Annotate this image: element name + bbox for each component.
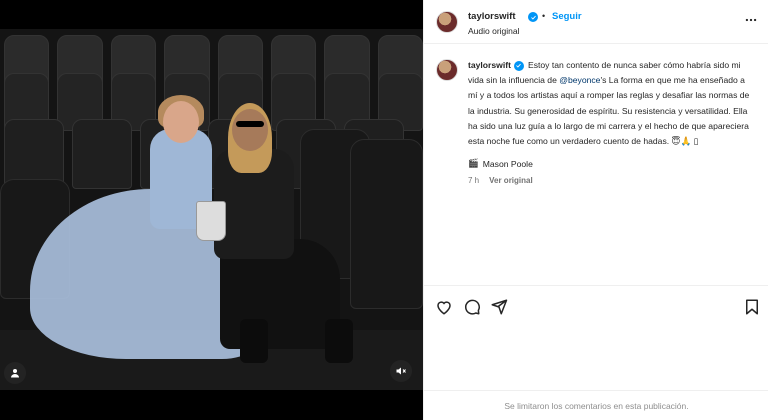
- header-username[interactable]: taylorswift: [468, 11, 516, 22]
- post-caption: taylorswift Estoy tan contento de nunca s…: [468, 58, 756, 149]
- person-2-sunglasses: [236, 121, 264, 127]
- seat-right-2: [350, 139, 423, 309]
- post-meta: 7 h Ver original: [468, 176, 533, 185]
- audio-link[interactable]: Audio original: [468, 26, 520, 36]
- header-separator: •: [542, 11, 546, 21]
- credit-name: Mason Poole: [482, 158, 533, 169]
- action-bar: [424, 285, 768, 385]
- post-time[interactable]: 7 h: [468, 176, 479, 185]
- post-header: taylorswift • Seguir Audio original: [424, 0, 768, 44]
- popcorn-bucket: [196, 201, 226, 241]
- caption-username[interactable]: taylorswift: [468, 60, 511, 70]
- more-options-icon[interactable]: [743, 12, 759, 28]
- bookmark-icon[interactable]: [743, 298, 761, 316]
- person-1-head: [163, 101, 199, 143]
- caption-verified-badge-icon: [513, 60, 524, 71]
- verified-badge-icon: [528, 12, 538, 22]
- send-icon[interactable]: [490, 298, 508, 316]
- avatar[interactable]: [436, 11, 458, 33]
- mention-link[interactable]: @beyonce: [559, 75, 600, 85]
- post-details-panel: taylorswift • Seguir Audio original tayl…: [423, 0, 768, 420]
- comment-icon[interactable]: [463, 298, 481, 316]
- post-media[interactable]: [0, 0, 423, 420]
- mute-icon[interactable]: [390, 360, 412, 382]
- see-original-link[interactable]: Ver original: [489, 176, 533, 185]
- video-frame[interactable]: [0, 29, 423, 390]
- caption-text-2: 's La forma en que me ha enseñado a mí y…: [468, 75, 750, 147]
- user-tag-icon[interactable]: [4, 362, 26, 384]
- caption-avatar[interactable]: [436, 59, 458, 81]
- follow-button[interactable]: Seguir: [552, 11, 582, 22]
- heart-icon[interactable]: [435, 298, 453, 316]
- person-2-head: [232, 109, 268, 151]
- boot-left: [240, 319, 268, 363]
- boot-right: [325, 319, 353, 363]
- comments-disabled-notice: Se limitaron los comentarios en esta pub…: [424, 390, 768, 420]
- clapperboard-icon: 🎬: [468, 158, 479, 168]
- photo-credit: 🎬 Mason Poole: [468, 158, 533, 169]
